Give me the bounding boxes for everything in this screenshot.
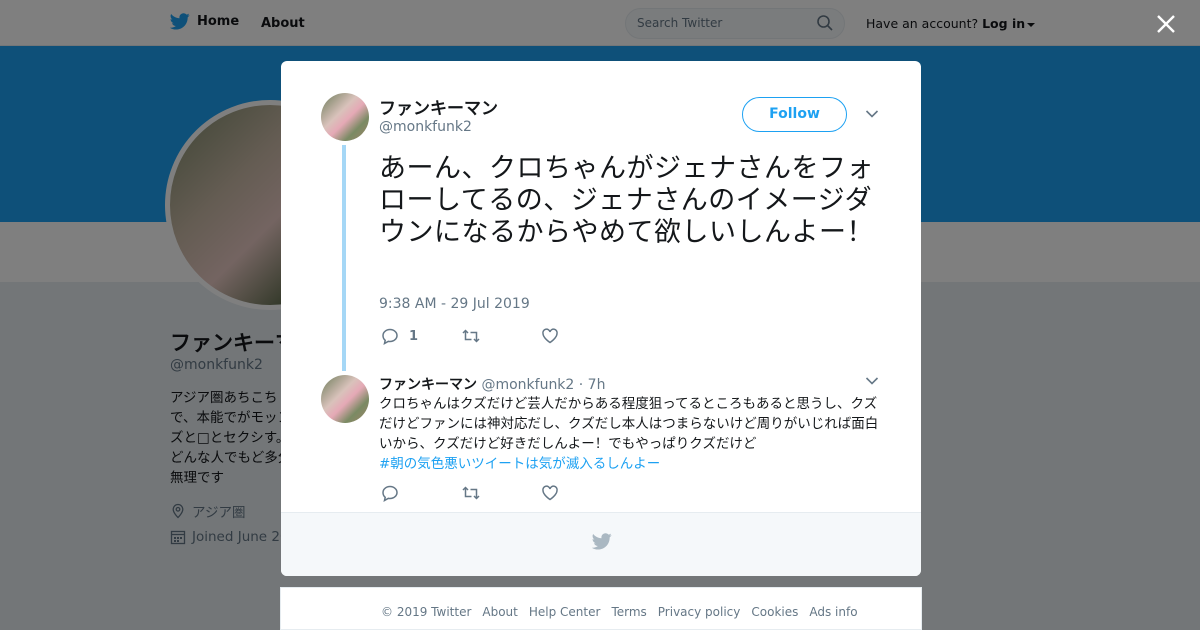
reply-header: ファンキーマン @monkfunk2 · 7h [379, 374, 605, 394]
footer-link-terms[interactable]: Terms [611, 605, 646, 619]
footer-link-cookies[interactable]: Cookies [751, 605, 798, 619]
heart-icon [542, 485, 558, 501]
footer-link-ads-info[interactable]: Ads info [809, 605, 857, 619]
footer-link-privacy-policy[interactable]: Privacy policy [658, 605, 741, 619]
reply-author-avatar[interactable] [321, 375, 369, 423]
tweet-timestamp[interactable]: 9:38 AM - 29 Jul 2019 [379, 296, 530, 312]
reply-button[interactable]: 1 [381, 327, 418, 345]
modal-footer [281, 512, 921, 576]
reply-age[interactable]: · 7h [579, 377, 606, 393]
retweet-button[interactable] [461, 484, 481, 502]
retweet-button[interactable] [461, 327, 481, 345]
tweet-author-avatar[interactable] [321, 93, 369, 141]
retweet-icon [462, 486, 480, 500]
tweet-author-name[interactable]: ファンキーマン [379, 94, 498, 119]
reply-icon [382, 328, 398, 345]
retweet-icon [462, 329, 480, 343]
footer-copyright: © 2019 Twitter [381, 605, 472, 619]
follow-button[interactable]: Follow [742, 97, 847, 132]
chevron-down-icon[interactable] [865, 109, 879, 119]
close-icon[interactable] [1154, 12, 1178, 36]
page-footer: © 2019 Twitter About Help Center Terms P… [280, 587, 922, 630]
chevron-down-icon[interactable] [865, 376, 879, 386]
footer-links: © 2019 Twitter About Help Center Terms P… [381, 605, 869, 619]
like-button[interactable] [541, 327, 559, 345]
like-button[interactable] [541, 484, 559, 502]
thread-line [342, 145, 346, 371]
twitter-bird-icon [592, 533, 612, 550]
tweet-author-handle[interactable]: @monkfunk2 [379, 119, 472, 135]
reply-icon [382, 485, 398, 502]
reply-hashtag[interactable]: #朝の気色悪いツイートは気が滅入るしんよー [379, 454, 660, 474]
footer-link-help-center[interactable]: Help Center [529, 605, 601, 619]
reply-text: クロちゃんはクズだけど芸人だからある程度狙ってるところもあると思うし、クズだけど… [379, 396, 879, 452]
reply-button[interactable] [381, 484, 399, 502]
heart-icon [542, 328, 558, 344]
footer-link-about[interactable]: About [482, 605, 517, 619]
reply-count: 1 [409, 328, 419, 344]
reply-author-name[interactable]: ファンキーマン [379, 377, 477, 393]
tweet-text: あーん、クロちゃんがジェナさんをフォローしてるの、ジェナさんのイメージダウンにな… [379, 153, 874, 248]
tweet-modal: ファンキーマン @monkfunk2 Follow あーん、クロちゃんがジェナさ… [281, 61, 921, 576]
reply-author-handle[interactable]: @monkfunk2 [481, 377, 574, 393]
